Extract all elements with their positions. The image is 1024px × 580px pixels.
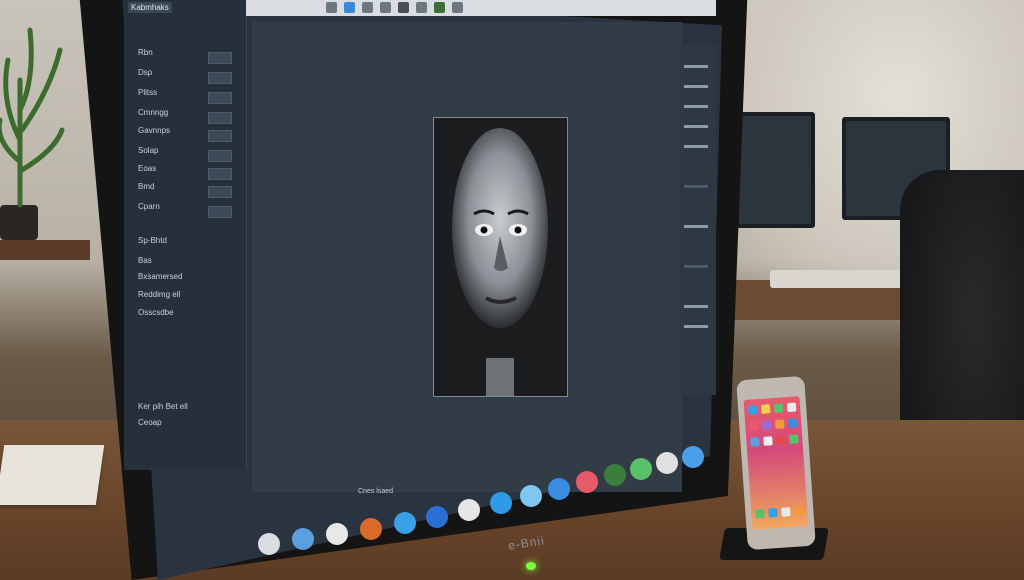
dock-icon[interactable] xyxy=(326,523,348,545)
dock-icon[interactable] xyxy=(576,471,598,493)
phone-app-icon[interactable] xyxy=(789,434,799,444)
panel-row[interactable] xyxy=(684,65,708,68)
phone-app-icon[interactable] xyxy=(794,506,804,516)
phone-app-icon[interactable] xyxy=(768,508,778,518)
phone-app-icon[interactable] xyxy=(781,507,791,517)
phone-app-icon[interactable] xyxy=(763,436,773,446)
phone-app-icon[interactable] xyxy=(747,405,758,415)
phone-app-icon[interactable] xyxy=(750,437,760,447)
phone-screen[interactable] xyxy=(743,396,809,530)
sidebar-item[interactable]: Cmnngg xyxy=(138,108,168,117)
phone-app-icon[interactable] xyxy=(787,418,798,429)
dock-icon[interactable] xyxy=(656,452,678,474)
dock-icon[interactable] xyxy=(292,528,314,550)
dock-icon[interactable] xyxy=(520,485,542,507)
background-monitor xyxy=(735,112,815,228)
panel-row[interactable] xyxy=(684,265,708,268)
sidebar-item[interactable]: Bas xyxy=(138,256,152,265)
sidebar-item[interactable]: Gavnnps xyxy=(138,126,170,135)
plant-pot xyxy=(0,205,38,240)
dock-icon[interactable] xyxy=(682,446,704,468)
sidebar-item[interactable]: Rbn xyxy=(138,48,153,57)
dock-icon[interactable] xyxy=(458,499,480,521)
dock-icon[interactable] xyxy=(258,533,280,555)
plant-icon xyxy=(0,27,65,208)
phone-app-icon[interactable] xyxy=(749,421,759,431)
sidebar-item[interactable]: Sp-Bhtd xyxy=(138,236,167,245)
sidebar-swatch[interactable] xyxy=(208,206,232,218)
toolbar-icon[interactable] xyxy=(380,2,391,13)
sidebar-item[interactable]: Cparn xyxy=(138,202,160,211)
dock-icon[interactable] xyxy=(394,512,416,534)
dock-icon[interactable] xyxy=(604,464,626,486)
phone-app-icon[interactable] xyxy=(760,404,771,414)
sidebar-item[interactable]: Dsp xyxy=(138,68,152,77)
toolbar-icon[interactable] xyxy=(434,2,445,13)
dock-icon[interactable] xyxy=(490,492,512,514)
dock-icon[interactable] xyxy=(426,506,448,528)
panel-row[interactable] xyxy=(684,85,708,88)
phone-app-icon[interactable] xyxy=(786,402,797,413)
phone-app-icon[interactable] xyxy=(776,435,786,445)
panel-row[interactable] xyxy=(684,145,708,148)
sidebar-swatch[interactable] xyxy=(208,168,232,180)
portrait-image[interactable] xyxy=(433,117,568,397)
phone-app-icon[interactable] xyxy=(773,403,784,413)
panel-row[interactable] xyxy=(684,105,708,108)
sidebar-swatch[interactable] xyxy=(208,92,232,104)
dock-icon[interactable] xyxy=(630,458,652,480)
sidebar-item[interactable]: Osscsdbe xyxy=(138,308,174,317)
panel-row[interactable] xyxy=(684,185,708,188)
sidebar-item[interactable]: Plitss xyxy=(138,88,157,97)
sidebar-item[interactable]: Bxsamersed xyxy=(138,272,182,281)
toolbar-icon[interactable] xyxy=(398,2,409,13)
phone-app-icon[interactable] xyxy=(762,420,772,430)
sidebar-swatch[interactable] xyxy=(208,186,232,198)
panel-row[interactable] xyxy=(684,225,708,228)
panel-row[interactable] xyxy=(684,125,708,128)
toolbar xyxy=(246,0,716,16)
panel-row[interactable] xyxy=(684,305,708,308)
sidebar-swatch[interactable] xyxy=(208,112,232,124)
sidebar-item[interactable]: Reddimg ell xyxy=(138,290,180,299)
paper-sheet xyxy=(0,445,105,505)
toolbar-icon[interactable] xyxy=(344,2,355,13)
status-text: Cnes lsaed xyxy=(358,488,394,495)
sidebar-swatch[interactable] xyxy=(208,72,232,84)
back-left-desk xyxy=(0,240,90,260)
sidebar-item[interactable]: Solap xyxy=(138,146,158,155)
toolbar-icon[interactable] xyxy=(416,2,427,13)
sidebar-item[interactable]: Bmd xyxy=(138,182,154,191)
panel-row[interactable] xyxy=(684,325,708,328)
sidebar-item[interactable]: Ker pih Bet ell xyxy=(138,402,188,411)
phone-app-icon[interactable] xyxy=(755,508,765,519)
phone-app-icon[interactable] xyxy=(774,419,785,429)
panel-title: Kabmhaks xyxy=(128,2,172,13)
dock-icon[interactable] xyxy=(360,518,382,540)
properties-panel xyxy=(680,45,716,395)
toolbar-icon[interactable] xyxy=(452,2,463,13)
sidebar-item[interactable]: Ceoap xyxy=(138,418,162,427)
smartphone xyxy=(736,375,816,551)
toolbar-icon[interactable] xyxy=(362,2,373,13)
sidebar-item[interactable]: Eoas xyxy=(138,164,156,173)
face-artwork xyxy=(452,128,548,396)
sidebar-swatch[interactable] xyxy=(208,130,232,142)
dock-icon[interactable] xyxy=(548,478,570,500)
toolbar-icon[interactable] xyxy=(326,2,337,13)
power-led xyxy=(526,562,536,570)
tool-sidebar: Rbn Dsp Plitss Cmnngg Gavnnps Solap Eoas… xyxy=(124,0,247,470)
background-keyboard xyxy=(770,270,920,288)
sidebar-swatch[interactable] xyxy=(208,52,232,64)
sidebar-swatch[interactable] xyxy=(208,150,232,162)
